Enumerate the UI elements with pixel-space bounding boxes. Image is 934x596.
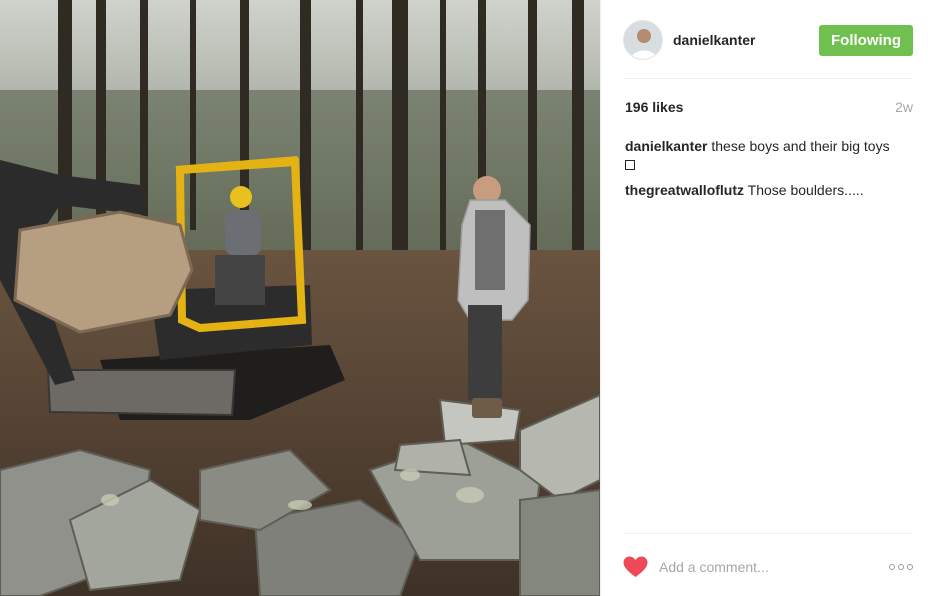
comment-item: danielkanter these boys and their big to… bbox=[625, 137, 913, 173]
following-button[interactable]: Following bbox=[819, 24, 913, 56]
avatar-image bbox=[624, 21, 662, 59]
footer-divider bbox=[623, 533, 913, 534]
post-stats: 196 likes 2w bbox=[625, 99, 913, 115]
comment-username[interactable]: danielkanter bbox=[625, 138, 707, 154]
post-actions bbox=[623, 552, 913, 582]
post-details-panel: danielkanter Following 196 likes 2w dani… bbox=[600, 0, 934, 596]
comment-username[interactable]: thegreatwalloflutz bbox=[625, 182, 744, 198]
add-comment-input[interactable] bbox=[659, 559, 859, 575]
post-age[interactable]: 2w bbox=[895, 99, 913, 115]
missing-glyph-icon bbox=[625, 160, 635, 170]
more-dot bbox=[907, 564, 913, 570]
comment-item: thegreatwalloflutz Those boulders..... bbox=[625, 181, 913, 199]
comment-text: Those boulders..... bbox=[747, 182, 864, 198]
heart-icon[interactable] bbox=[623, 556, 648, 578]
more-dot bbox=[898, 564, 904, 570]
more-dot bbox=[889, 564, 895, 570]
comments-list: danielkanter these boys and their big to… bbox=[625, 137, 913, 207]
likes-count[interactable]: 196 likes bbox=[625, 99, 683, 115]
more-options-icon[interactable] bbox=[889, 560, 913, 574]
post-header: danielkanter Following bbox=[623, 20, 913, 60]
avatar[interactable] bbox=[623, 20, 663, 60]
post-photo-image bbox=[0, 0, 600, 596]
post-photo[interactable] bbox=[0, 0, 600, 596]
comment-text: these boys and their big toys bbox=[711, 138, 890, 154]
post-author-username[interactable]: danielkanter bbox=[673, 32, 755, 48]
header-divider bbox=[623, 78, 913, 79]
